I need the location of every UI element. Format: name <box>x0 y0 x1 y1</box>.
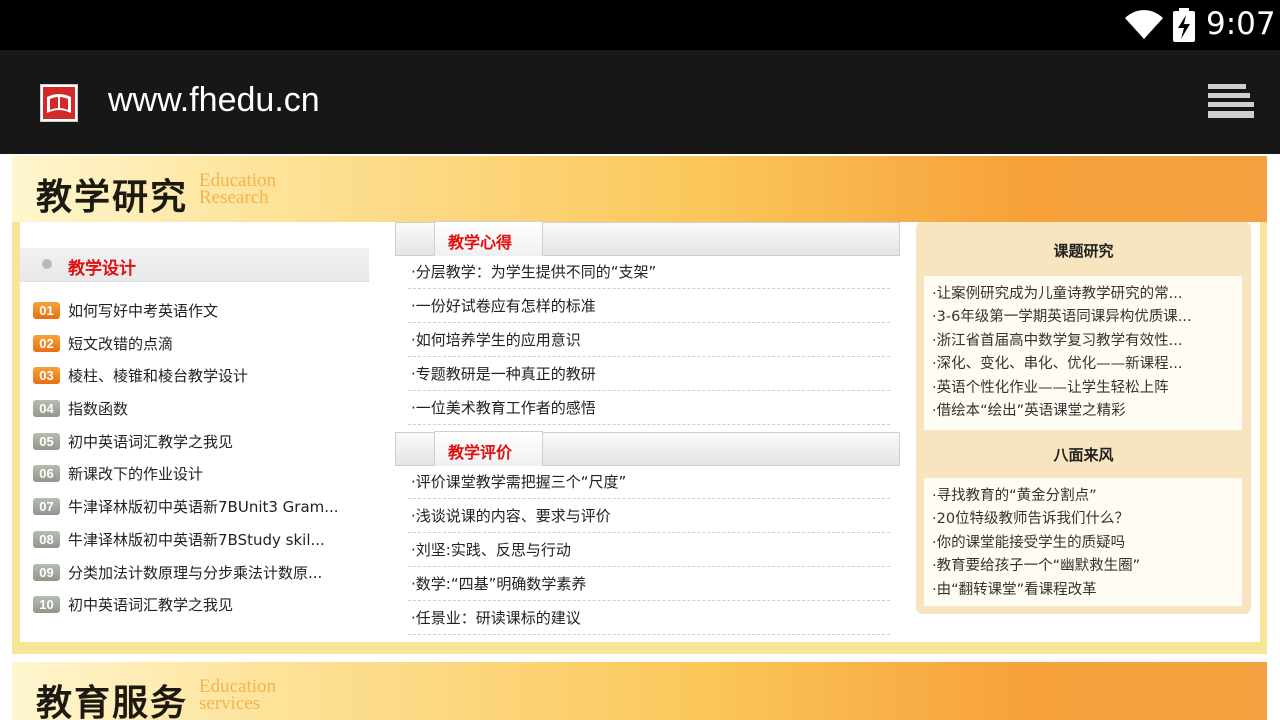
site-logo-icon <box>40 84 78 122</box>
teaching-experience-list: ·分层教学：为学生提供不同的“支架” ·一份好试卷应有怎样的标准 ·如何培养学生… <box>408 255 890 425</box>
list-item[interactable]: ·3-6年级第一学期英语同课异构优质课... <box>932 305 1242 328</box>
services-header: 教育服务 Education services <box>12 662 1267 720</box>
topic-research-title[interactable]: 课题研究 <box>916 222 1251 274</box>
teaching-design-title[interactable]: 教学设计 <box>68 254 136 279</box>
browser-toolbar: www.fhedu.cn <box>0 50 1280 154</box>
research-header: 教学研究 Education Research <box>12 156 1267 222</box>
wifi-icon <box>1125 10 1163 39</box>
battery-charging-icon <box>1173 8 1195 42</box>
list-item[interactable]: ·教育要给孩子一个“幽默救生圈” <box>932 554 1242 577</box>
list-item[interactable]: ·由“翻转课堂”看课程改革 <box>932 578 1242 601</box>
tab-teaching-experience[interactable]: 教学心得 <box>434 221 543 256</box>
research-title: 教学研究 <box>36 176 189 218</box>
list-item[interactable]: ·任景业：研读课标的建议 <box>408 601 890 635</box>
list-item[interactable]: ·数学:“四基”明确数学素养 <box>408 567 890 601</box>
list-item[interactable]: ·浙江省首届高中数学复习教学有效性... <box>932 329 1242 352</box>
list-item[interactable]: 07 牛津译林版初中英语新7BUnit3 Gram... <box>33 498 363 531</box>
list-item[interactable]: 03 棱柱、棱锥和棱台教学设计 <box>33 367 363 400</box>
list-item[interactable]: 02 短文改错的点滴 <box>33 334 363 368</box>
list-item[interactable]: ·一份好试卷应有怎样的标准 <box>408 289 890 323</box>
list-item[interactable]: 10 初中英语词汇教学之我见 <box>33 596 363 629</box>
teaching-experience-tabbar: 教学心得 <box>395 221 900 256</box>
right-column: 课题研究 ·让案例研究成为儿童诗教学研究的常... ·3-6年级第一学期英语同课… <box>916 222 1251 614</box>
list-item[interactable]: 09 分类加法计数原理与分步乘法计数原... <box>33 563 363 597</box>
list-item[interactable]: ·刘坚:实践、反思与行动 <box>408 533 890 567</box>
list-item[interactable]: 01 如何写好中考英语作文 <box>33 302 363 335</box>
research-title-en: Education Research <box>199 170 277 208</box>
teaching-evaluation-list: ·评价课堂教学需把握三个“尺度” ·浅谈说课的内容、要求与评价 ·刘坚:实践、反… <box>408 465 890 635</box>
all-directions-box: ·寻找教育的“黄金分割点” ·20位特级教师告诉我们什么？ ·你的课堂能接受学生… <box>924 478 1242 606</box>
list-item[interactable]: ·深化、变化、串化、优化——新课程... <box>932 352 1242 375</box>
list-item[interactable]: ·专题教研是一种真正的教研 <box>408 357 890 391</box>
list-item[interactable]: ·你的课堂能接受学生的质疑吗 <box>932 531 1242 554</box>
all-directions-list: ·寻找教育的“黄金分割点” ·20位特级教师告诉我们什么？ ·你的课堂能接受学生… <box>924 478 1242 601</box>
list-item[interactable]: 06 新课改下的作业设计 <box>33 465 363 498</box>
url-field[interactable]: www.fhedu.cn <box>108 81 320 120</box>
topic-research-list: ·让案例研究成为儿童诗教学研究的常... ·3-6年级第一学期英语同课异构优质课… <box>924 276 1242 422</box>
teaching-design-list: 01 如何写好中考英语作文 02 短文改错的点滴 03 棱柱、棱锥和棱台教学设计 04… <box>33 302 363 629</box>
teaching-design-panel: 教学设计 01 如何写好中考英语作文 02 短文改错的点滴 03 棱柱、棱锥和棱台教学… <box>20 222 369 642</box>
teaching-design-header: 教学设计 <box>20 248 369 282</box>
list-item[interactable]: ·分层教学：为学生提供不同的“支架” <box>408 255 890 289</box>
bullet-icon <box>42 259 52 269</box>
list-item[interactable]: 05 初中英语词汇教学之我见 <box>33 432 363 466</box>
list-item[interactable]: ·让案例研究成为儿童诗教学研究的常... <box>932 282 1242 305</box>
services-title-en: Education services <box>199 676 277 714</box>
list-item[interactable]: 04 指数函数 <box>33 400 363 433</box>
menu-icon[interactable] <box>1206 82 1256 122</box>
services-title: 教育服务 <box>36 682 189 720</box>
list-item[interactable]: ·评价课堂教学需把握三个“尺度” <box>408 465 890 499</box>
list-item[interactable]: 08 牛津译林版初中英语新7BStudy skil... <box>33 530 363 564</box>
services-section: 教育服务 Education services <box>12 662 1267 720</box>
all-directions-title[interactable]: 八面来风 <box>916 426 1251 478</box>
teaching-evaluation-tabbar: 教学评价 <box>395 431 900 466</box>
list-item[interactable]: ·借绘本“绘出”英语课堂之精彩 <box>932 399 1242 422</box>
list-item[interactable]: ·英语个性化作业——让学生轻松上阵 <box>932 376 1242 399</box>
status-bar: 9:07 <box>0 0 1280 50</box>
tab-teaching-evaluation[interactable]: 教学评价 <box>434 431 543 466</box>
list-item[interactable]: ·浅谈说课的内容、要求与评价 <box>408 499 890 533</box>
list-item[interactable]: ·一位美术教育工作者的感悟 <box>408 391 890 425</box>
clock: 9:07 <box>1206 6 1276 42</box>
topic-research-box: ·让案例研究成为儿童诗教学研究的常... ·3-6年级第一学期英语同课异构优质课… <box>924 276 1242 430</box>
list-item[interactable]: ·如何培养学生的应用意识 <box>408 323 890 357</box>
list-item[interactable]: ·寻找教育的“黄金分割点” <box>932 484 1242 507</box>
list-item[interactable]: ·20位特级教师告诉我们什么？ <box>932 507 1242 530</box>
